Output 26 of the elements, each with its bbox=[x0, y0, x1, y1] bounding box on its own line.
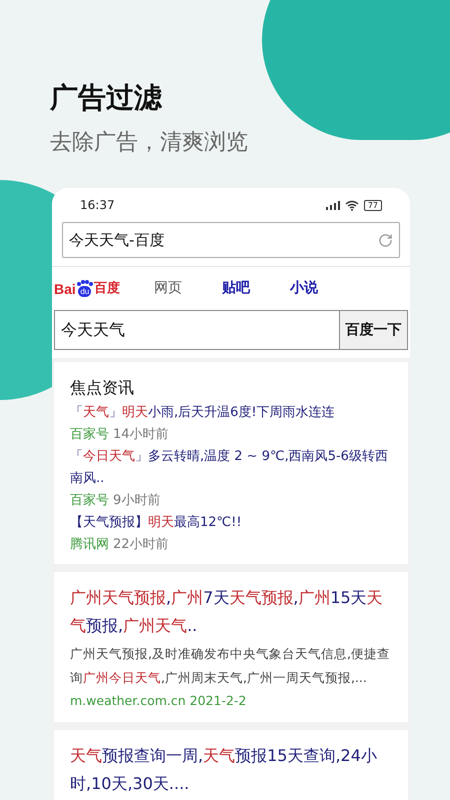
news-source: 百家号 bbox=[70, 426, 109, 444]
page-subtitle: 去除广告，清爽浏览 bbox=[50, 129, 249, 157]
nav-tab[interactable]: 小说 bbox=[270, 278, 338, 299]
signal-icon bbox=[326, 200, 340, 210]
news-headline[interactable]: 【天气预报】明天最高12℃!! bbox=[70, 512, 392, 534]
news-source: 腾讯网 bbox=[70, 536, 109, 554]
news-time: 14小时前 bbox=[113, 426, 169, 444]
result-title[interactable]: 天气预报查询一周,天气预报15天查询,24小时,10天,30天.... bbox=[70, 742, 392, 798]
news-headline[interactable]: 「今日天气」多云转晴,温度 2 ~ 9℃,西南风5-6级转西南风.. bbox=[70, 446, 392, 490]
nav-tab[interactable]: 网页 bbox=[134, 278, 202, 299]
address-text: 今天天气-百度 bbox=[69, 230, 164, 251]
battery-indicator: 77 bbox=[364, 200, 382, 210]
baidu-logo: Bai du 百度 bbox=[54, 280, 121, 297]
news-title: 焦点资讯 bbox=[70, 377, 135, 399]
news-time: 9小时前 bbox=[113, 492, 160, 510]
wifi-icon bbox=[344, 200, 359, 210]
news-source: 百家号 bbox=[70, 492, 109, 510]
result-url: m.weather.com.cn 2021-2-2 bbox=[70, 692, 248, 710]
refresh-icon[interactable] bbox=[378, 232, 393, 248]
news-headline[interactable]: 「天气」明天小雨,后天升温6度!下周雨水连连 bbox=[70, 402, 392, 424]
nav-tab[interactable]: 贴吧 bbox=[202, 278, 270, 299]
result-title[interactable]: 广州天气预报,广州7天天气预报,广州15天天气预报,广州天气.. bbox=[70, 584, 392, 640]
result-description: 广州天气预报,及时准确发布中央气象台天气信息,便捷查询广州今日天气,广州周末天气,广州一周天气预报,... bbox=[70, 645, 391, 687]
page-title: 广告过滤 bbox=[50, 80, 163, 116]
news-time: 22小时前 bbox=[113, 536, 169, 554]
status-time: 16:37 bbox=[80, 197, 115, 214]
